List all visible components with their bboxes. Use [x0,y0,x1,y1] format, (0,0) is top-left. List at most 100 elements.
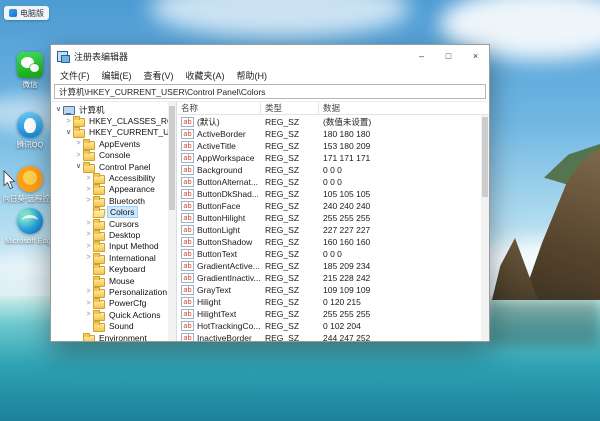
pc-badge-label: 电脑版 [20,8,44,19]
list-row[interactable]: abAppWorkspaceREG_SZ171 171 171 [177,152,481,164]
list-row[interactable]: abGradientInactiv...REG_SZ215 228 242 [177,272,481,284]
value-type: REG_SZ [261,237,319,247]
list-scrollbar-thumb[interactable] [482,117,488,197]
folder-icon [93,264,105,274]
tree-item-input-method[interactable]: > Input Method [51,241,176,252]
list-scrollbar[interactable] [481,115,489,341]
reg-sz-icon: ab [181,273,194,283]
tree-item-label: Colors [107,206,138,218]
chevron-right-icon[interactable]: > [84,175,93,182]
tree-item-quick-actions[interactable]: >Quick Actions [51,309,176,320]
tree-item-keyboard[interactable]: Keyboard [51,263,176,274]
chevron-right-icon[interactable]: > [84,220,93,227]
chevron-right-icon[interactable]: > [84,254,93,261]
menu-edit[interactable]: 编辑(E) [96,69,138,82]
list-row[interactable]: abHilightREG_SZ0 120 215 [177,296,481,308]
title-bar[interactable]: 注册表编辑器 – □ × [51,45,489,67]
folder-open-icon [93,207,105,217]
column-header-name[interactable]: 名称 [177,102,261,114]
reg-sz-icon: ab [181,201,194,211]
tree-item-control-panel[interactable]: ∨Control Panel [51,161,176,172]
tree-item-environment[interactable]: Environment [51,332,176,341]
list-row[interactable]: abBackgroundREG_SZ0 0 0 [177,164,481,176]
chevron-right-icon[interactable]: > [84,288,93,295]
reg-sz-icon: ab [181,261,194,271]
tree-item-label: Keyboard [107,264,147,274]
tree-item-hkey-classes-root[interactable]: >HKEY_CLASSES_ROOT [51,115,176,126]
chevron-right-icon[interactable]: > [64,118,73,125]
folder-icon [93,287,105,297]
list-row[interactable]: abButtonTextREG_SZ0 0 0 [177,248,481,260]
list-row[interactable]: abHotTrackingCo...REG_SZ0 102 204 [177,320,481,332]
list-row[interactable]: abButtonDkShad...REG_SZ105 105 105 [177,188,481,200]
menu-help[interactable]: 帮助(H) [231,69,274,82]
folder-icon [93,298,105,308]
chevron-down-icon[interactable]: ∨ [54,106,63,113]
list-row[interactable]: abActiveTitleREG_SZ153 180 209 [177,140,481,152]
chevron-right-icon[interactable]: > [84,243,93,250]
tree-scrollbar-thumb[interactable] [169,106,175,210]
menu-favorites[interactable]: 收藏夹(A) [180,69,231,82]
tree-scrollbar[interactable] [168,102,176,341]
menu-view[interactable]: 查看(V) [138,69,180,82]
list-row[interactable]: abButtonHilightREG_SZ255 255 255 [177,212,481,224]
tree-item-console[interactable]: >Console [51,150,176,161]
tree-item-sound[interactable]: Sound [51,320,176,331]
tree-item-label: Input Method [107,241,161,251]
list-row[interactable]: abGradientActive...REG_SZ185 209 234 [177,260,481,272]
edge-icon [17,208,43,234]
tree-item-colors[interactable]: Colors [51,207,176,218]
chevron-down-icon[interactable]: ∨ [64,129,73,136]
value-type: REG_SZ [261,129,319,139]
maximize-button[interactable]: □ [435,45,462,67]
tree-item-appearance[interactable]: >Appearance [51,184,176,195]
list-row[interactable]: abInactiveBorderREG_SZ244 247 252 [177,332,481,341]
tree-item-hkey-current-user[interactable]: ∨HKEY_CURRENT_USER [51,127,176,138]
tree-item-appevents[interactable]: > AppEvents [51,138,176,149]
close-button[interactable]: × [462,45,489,67]
tree-item-bluetooth[interactable]: >Bluetooth [51,195,176,206]
reg-sz-icon: ab [181,177,194,187]
tree-item-mouse[interactable]: Mouse [51,275,176,286]
list-row[interactable]: abActiveBorderREG_SZ180 180 180 [177,128,481,140]
value-type: REG_SZ [261,321,319,331]
chevron-right-icon[interactable]: > [74,152,83,159]
pc-version-badge[interactable]: 电脑版 [4,6,49,20]
column-header-data[interactable]: 数据 [319,102,489,114]
reg-sz-icon: ab [181,189,194,199]
list-row[interactable]: ab(默认)REG_SZ(数值未设置) [177,116,481,128]
list-row[interactable]: abButtonFaceREG_SZ240 240 240 [177,200,481,212]
menu-file[interactable]: 文件(F) [54,69,96,82]
folder-icon [93,321,105,331]
column-header-type[interactable]: 类型 [261,102,319,114]
tree-item-international[interactable]: >International [51,252,176,263]
chevron-right-icon[interactable]: > [84,186,93,193]
reg-sz-icon: ab [181,141,194,151]
chevron-down-icon[interactable]: ∨ [74,163,83,170]
tree-item-cursors[interactable]: >Cursors [51,218,176,229]
tree-item-accessibility[interactable]: >Accessibility [51,172,176,183]
list-row[interactable]: abHilightTextREG_SZ255 255 255 [177,308,481,320]
folder-icon [73,127,85,137]
tree-item-label: AppEvents [97,139,142,149]
chevron-right-icon[interactable]: > [74,140,83,147]
tree-item-[interactable]: ∨计算机 [51,104,176,115]
folder-icon [93,241,105,251]
address-input[interactable]: 计算机\HKEY_CURRENT_USER\Control Panel\Colo… [54,84,486,99]
chevron-right-icon[interactable]: > [84,197,93,204]
tree-item-personalization[interactable]: >Personalization [51,286,176,297]
value-data: 160 160 160 [319,237,481,247]
chevron-right-icon[interactable]: > [84,300,93,307]
list-row[interactable]: abButtonLightREG_SZ227 227 227 [177,224,481,236]
minimize-button[interactable]: – [408,45,435,67]
tree-item-powercfg[interactable]: >PowerCfg [51,298,176,309]
list-row[interactable]: abButtonAlternat...REG_SZ0 0 0 [177,176,481,188]
tree-item-desktop[interactable]: >Desktop [51,229,176,240]
chevron-right-icon[interactable]: > [84,231,93,238]
list-row[interactable]: abButtonShadowREG_SZ160 160 160 [177,236,481,248]
list-row[interactable]: abGrayTextREG_SZ109 109 109 [177,284,481,296]
value-type: REG_SZ [261,165,319,175]
reg-sz-icon: ab [181,249,194,259]
chevron-right-icon[interactable]: > [84,311,93,318]
value-name: (默认) [197,116,220,128]
